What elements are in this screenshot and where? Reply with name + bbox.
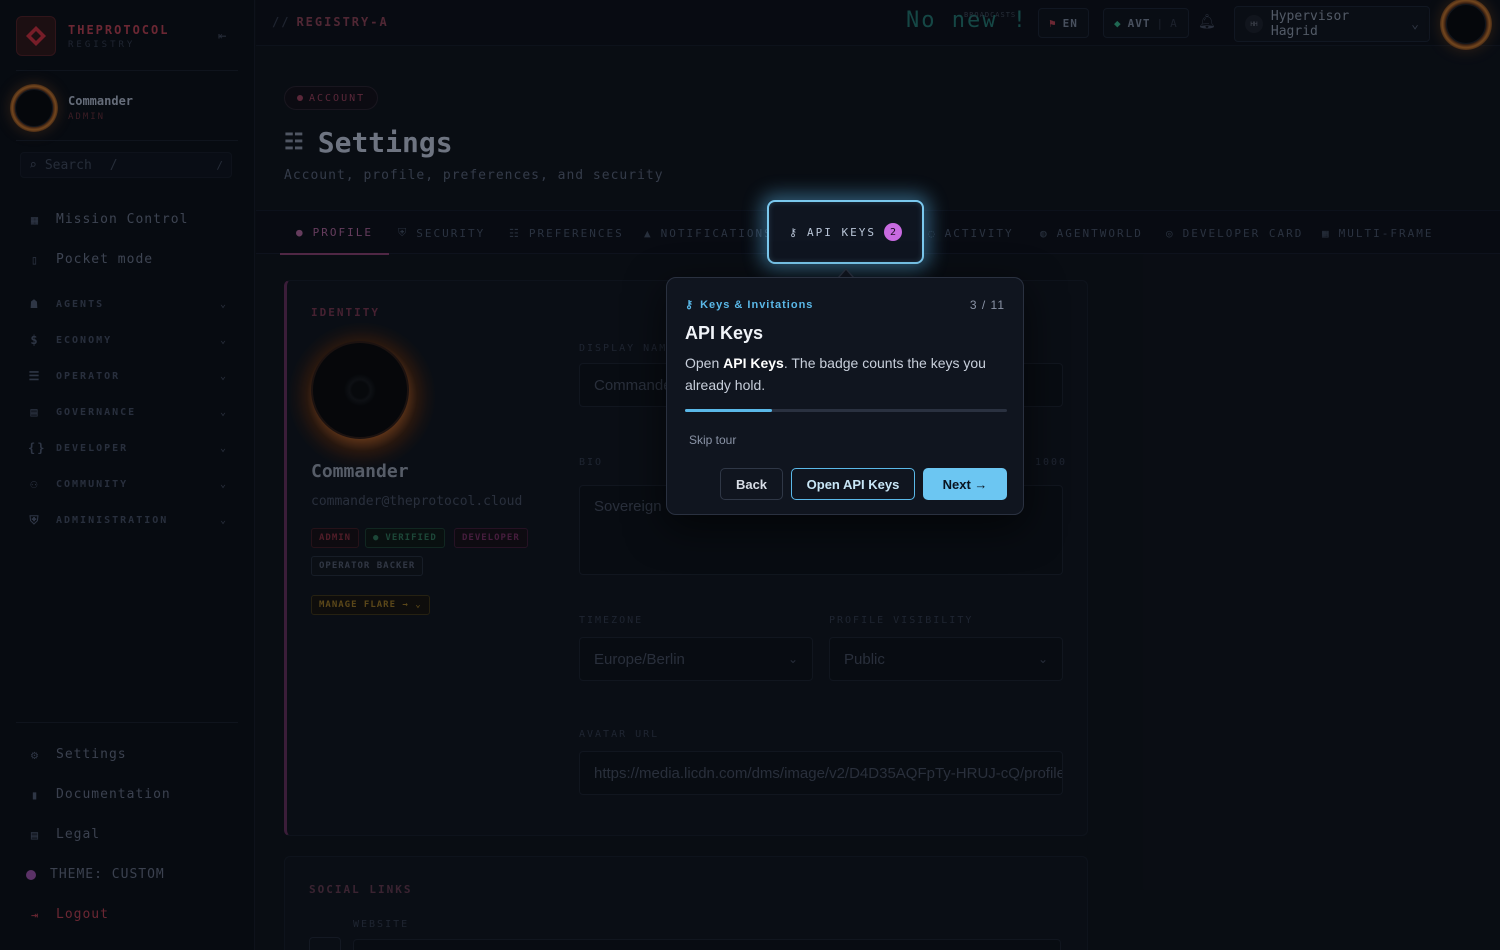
tour-kicker-label: Keys & Invitations	[700, 298, 814, 311]
tab-api-keys[interactable]: ⚷ API KEYS 2	[767, 200, 924, 264]
tour-progress-bar	[685, 409, 1007, 412]
tour-body: Open API Keys. The badge counts the keys…	[685, 352, 1007, 396]
back-button[interactable]: Back	[720, 468, 783, 500]
tour-title: API Keys	[685, 323, 764, 343]
tour-popover: ⚷ Keys & Invitations 3 / 11 API Keys Ope…	[666, 277, 1024, 515]
next-button[interactable]: Next →	[923, 468, 1007, 500]
tour-body-bold: API Keys	[723, 355, 784, 371]
api-keys-count-badge: 2	[884, 223, 903, 241]
tab-label: API KEYS	[807, 225, 877, 239]
tour-kicker: ⚷ Keys & Invitations	[685, 298, 814, 312]
tour-step-counter: 3 / 11	[969, 298, 1005, 312]
key-icon: ⚷	[685, 299, 695, 311]
key-icon: ⚷	[788, 225, 800, 239]
tour-progress-fill	[685, 409, 772, 412]
open-api-keys-button[interactable]: Open API Keys	[791, 468, 915, 500]
tour-body-pre: Open	[685, 355, 724, 371]
skip-tour-link[interactable]: Skip tour	[689, 433, 736, 447]
